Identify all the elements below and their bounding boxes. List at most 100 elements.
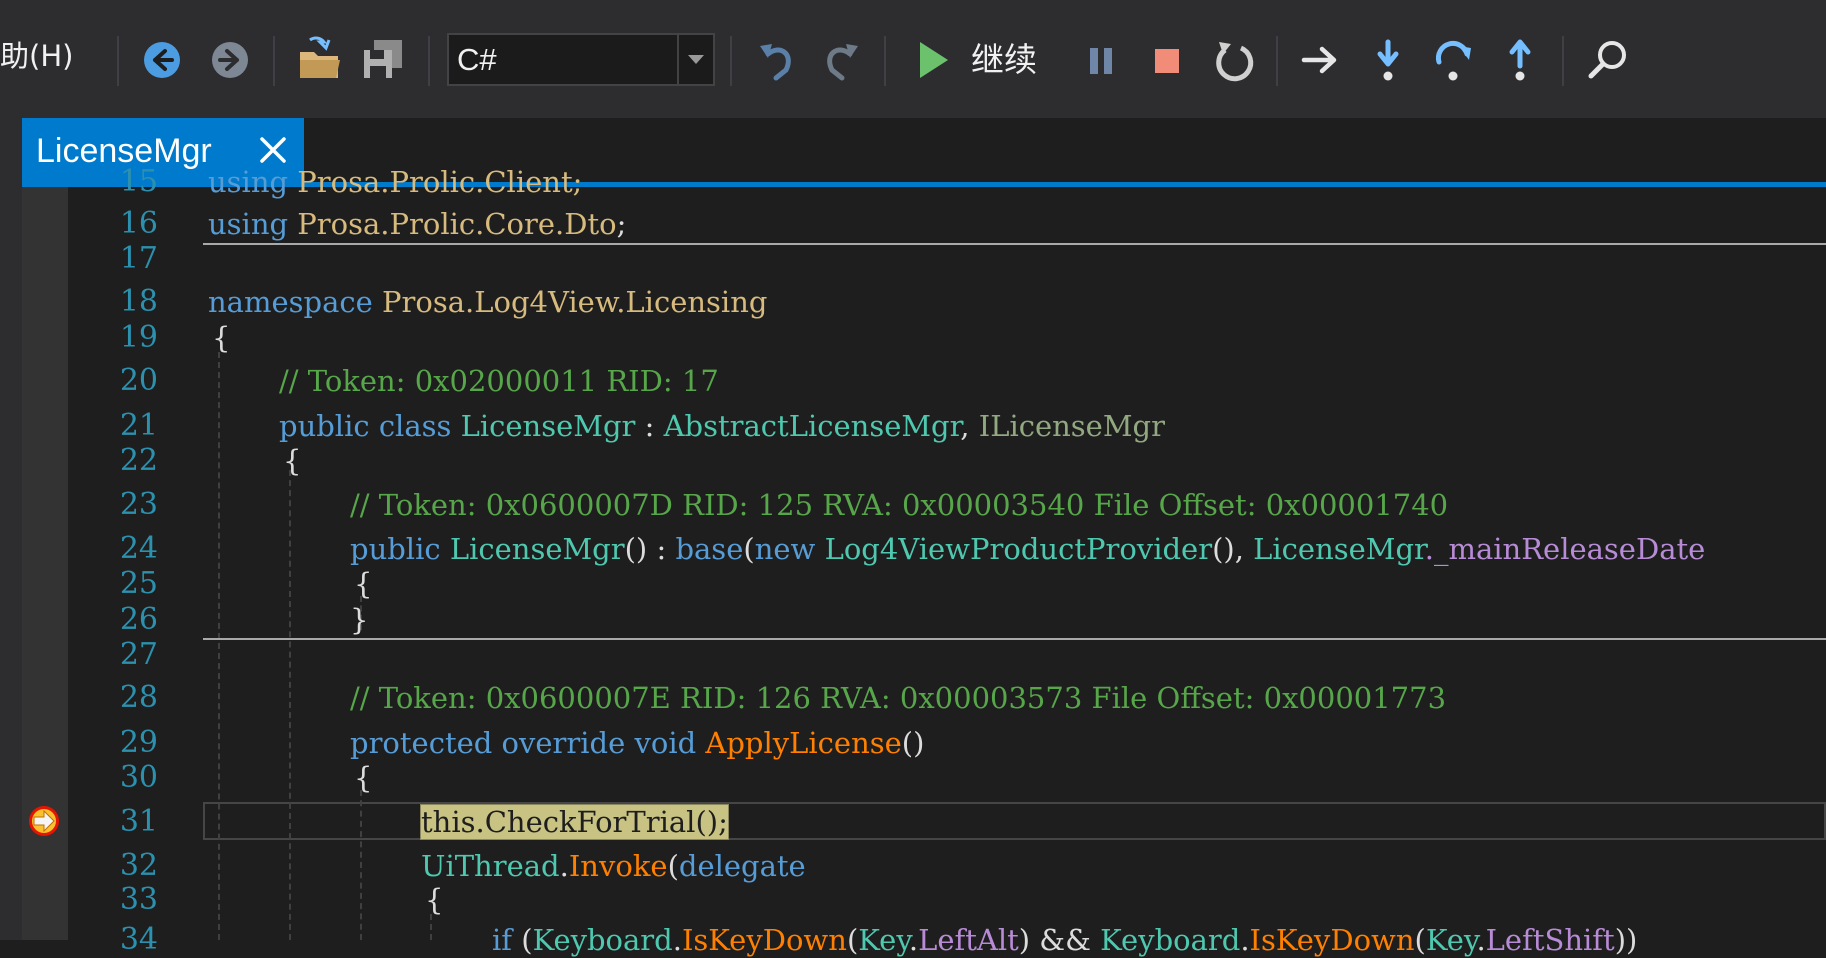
code-separator-line bbox=[203, 638, 1826, 640]
punctuation: . bbox=[1476, 923, 1486, 957]
back-icon[interactable] bbox=[142, 40, 182, 80]
code-separator-line bbox=[203, 243, 1826, 245]
keyword: if bbox=[492, 923, 513, 957]
save-all-icon[interactable] bbox=[360, 36, 408, 82]
punctuation: . bbox=[672, 923, 682, 957]
method-name: IsKeyDown bbox=[1249, 923, 1415, 957]
toolbar-separator bbox=[730, 36, 732, 86]
line-number: 21 bbox=[119, 408, 158, 443]
line-number: 29 bbox=[119, 725, 158, 760]
redo-icon[interactable] bbox=[820, 38, 864, 82]
punctuation: . bbox=[559, 849, 569, 883]
punctuation: : bbox=[635, 409, 664, 443]
continue-label[interactable]: 继续 bbox=[971, 38, 1037, 82]
line-number: 34 bbox=[119, 922, 158, 957]
namespace-name: Prosa.Log4View.Licensing bbox=[382, 285, 768, 319]
class-name: UiThread bbox=[421, 849, 560, 883]
keyword: public bbox=[350, 532, 441, 566]
indent-guide bbox=[289, 470, 291, 940]
pause-icon[interactable] bbox=[1086, 44, 1116, 78]
method-name: Invoke bbox=[568, 849, 668, 883]
punctuation: () : bbox=[624, 532, 676, 566]
step-over-icon[interactable] bbox=[1433, 38, 1477, 84]
line-number: 22 bbox=[119, 443, 158, 478]
punctuation: ( bbox=[846, 923, 859, 957]
code-line-24: public LicenseMgr() : base(new Log4ViewP… bbox=[350, 531, 1705, 567]
line-number: 32 bbox=[119, 848, 158, 883]
keyword: base bbox=[675, 532, 744, 566]
punctuation: . bbox=[1240, 923, 1250, 957]
forward-icon[interactable] bbox=[210, 40, 250, 80]
code-line-32: UiThread.Invoke(delegate bbox=[421, 848, 806, 884]
chevron-down-icon[interactable] bbox=[677, 35, 713, 84]
toolbar: 助(H) C# 继续 bbox=[0, 0, 1826, 118]
line-number: 24 bbox=[119, 531, 158, 566]
punctuation: (), bbox=[1212, 532, 1254, 566]
search-icon[interactable] bbox=[1586, 38, 1630, 82]
code-line-29: protected override void ApplyLicense() bbox=[350, 725, 924, 761]
code-line-19: { bbox=[212, 321, 231, 355]
code-line-15: using Prosa.Prolic.Client; bbox=[208, 164, 582, 200]
language-select[interactable]: C# bbox=[447, 33, 715, 86]
code-line-25: { bbox=[354, 567, 373, 601]
field-name: ._mainReleaseDate bbox=[1424, 532, 1706, 566]
keyword: delegate bbox=[678, 849, 806, 883]
namespace-name: Prosa.Prolic.Core.Dto bbox=[297, 207, 617, 241]
code-line-21: public class LicenseMgr : AbstractLicens… bbox=[279, 408, 1165, 444]
play-icon[interactable] bbox=[916, 40, 950, 80]
code-line-30: { bbox=[354, 761, 373, 795]
toolbar-separator bbox=[1562, 36, 1564, 86]
step-out-icon[interactable] bbox=[1502, 38, 1538, 84]
punctuation: )) bbox=[1614, 923, 1638, 957]
code-line-16: using Prosa.Prolic.Core.Dto; bbox=[208, 206, 626, 242]
class-name: LicenseMgr bbox=[449, 532, 625, 566]
line-number: 28 bbox=[119, 680, 158, 715]
keyword: new bbox=[754, 532, 816, 566]
class-name: Keyboard bbox=[1100, 923, 1241, 957]
line-number: 15 bbox=[119, 164, 158, 199]
line-number: 30 bbox=[119, 760, 158, 795]
method-name: ApplyLicense bbox=[705, 726, 902, 760]
code-line-26: } bbox=[350, 603, 369, 637]
line-number: 18 bbox=[119, 284, 158, 319]
class-name: Keyboard bbox=[532, 923, 673, 957]
show-next-statement-icon[interactable] bbox=[1300, 42, 1340, 78]
step-into-icon[interactable] bbox=[1370, 38, 1406, 84]
keyword: protected override void bbox=[350, 726, 697, 760]
namespace-name: Prosa.Prolic.Client; bbox=[297, 165, 583, 199]
code-line-34: if (Keyboard.IsKeyDown(Key.LeftAlt) && K… bbox=[492, 922, 1637, 958]
punctuation: ( bbox=[512, 923, 533, 957]
enum-member: LeftShift bbox=[1485, 923, 1615, 957]
punctuation: ) && bbox=[1018, 923, 1101, 957]
method-name: IsKeyDown bbox=[681, 923, 847, 957]
code-line-22: { bbox=[283, 444, 302, 478]
keyword: using bbox=[208, 165, 289, 199]
line-number: 23 bbox=[119, 487, 158, 522]
indent-guide bbox=[360, 790, 362, 940]
punctuation: , bbox=[960, 409, 979, 443]
restart-icon[interactable] bbox=[1211, 38, 1255, 84]
stop-icon[interactable] bbox=[1150, 44, 1184, 78]
class-name: Log4ViewProductProvider bbox=[824, 532, 1213, 566]
open-folder-icon[interactable] bbox=[296, 36, 344, 82]
line-number: 31 bbox=[119, 804, 158, 839]
toolbar-separator bbox=[884, 36, 886, 86]
interface-name: ILicenseMgr bbox=[978, 409, 1165, 443]
toolbar-separator bbox=[1276, 36, 1278, 86]
toolbar-separator bbox=[117, 36, 119, 86]
code-line-18: namespace Prosa.Log4View.Licensing bbox=[208, 284, 767, 320]
punctuation: ( bbox=[743, 532, 755, 566]
punctuation: () bbox=[901, 726, 925, 760]
code-line-33: { bbox=[425, 883, 444, 917]
keyword: using bbox=[208, 207, 289, 241]
breakpoint-current-statement-icon[interactable] bbox=[27, 804, 61, 843]
line-number: 33 bbox=[119, 882, 158, 917]
menu-help[interactable]: 助(H) bbox=[0, 36, 73, 76]
indent-guide bbox=[218, 352, 220, 940]
toolbar-separator bbox=[273, 36, 275, 86]
code-line-20-comment: // Token: 0x02000011 RID: 17 bbox=[279, 364, 719, 398]
undo-icon[interactable] bbox=[754, 38, 798, 82]
punctuation: . bbox=[908, 923, 919, 957]
line-number: 27 bbox=[119, 637, 158, 672]
line-number: 16 bbox=[119, 206, 158, 241]
